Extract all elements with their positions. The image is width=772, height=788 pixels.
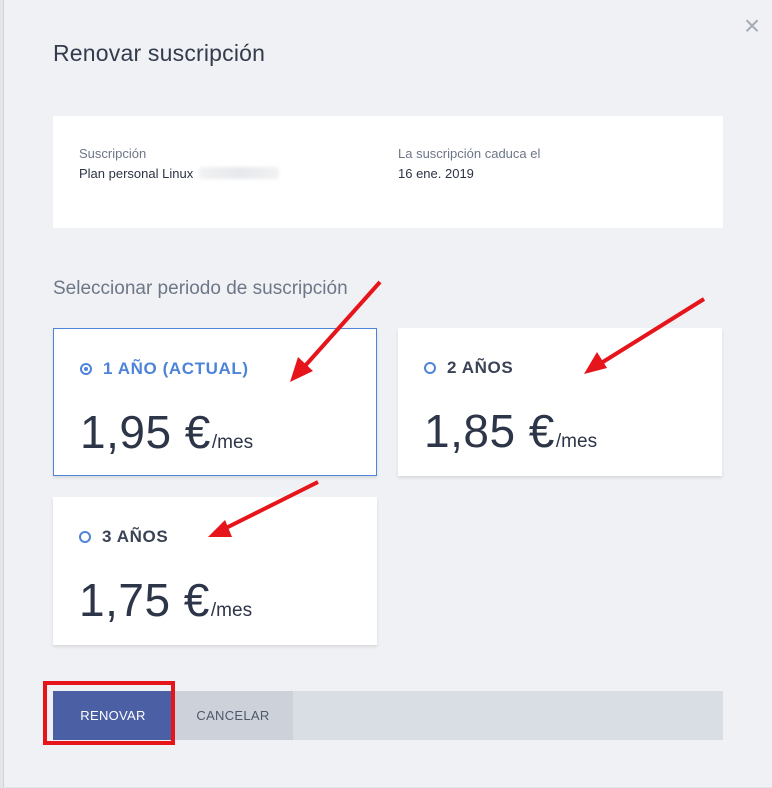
plan-label: 3 AÑOS [102, 527, 169, 546]
plan-header: 1 AÑO (ACTUAL) [80, 359, 249, 379]
plan-option-2-years[interactable]: 2 AÑOS 1,85 €/mes [398, 328, 722, 476]
price-amount: 1,75 € [79, 574, 210, 626]
plan-price: 1,85 €/mes [424, 404, 597, 458]
plan-label: 2 AÑOS [447, 358, 514, 377]
plan-option-1-year[interactable]: 1 AÑO (ACTUAL) 1,95 €/mes [53, 328, 377, 476]
expiry-column: La suscripción caduca el 16 ene. 2019 [398, 146, 540, 181]
subscription-value: Plan personal Linux [79, 166, 280, 181]
price-period: /mes [555, 431, 598, 452]
radio-unselected-icon[interactable] [79, 531, 91, 543]
plan-price: 1,75 €/mes [79, 573, 252, 627]
subscription-label: Suscripción [79, 146, 147, 161]
renew-button[interactable]: RENOVAR [53, 691, 173, 740]
price-amount: 1,85 € [424, 405, 555, 457]
radio-selected-icon[interactable] [80, 363, 92, 375]
period-section-title: Seleccionar periodo de suscripción [53, 278, 348, 299]
dialog-title: Renovar suscripción [53, 40, 266, 66]
expiry-value: 16 ene. 2019 [398, 166, 474, 181]
subscription-plan-name: Plan personal Linux [79, 166, 194, 181]
subscription-column: Suscripción Plan personal Linux [79, 146, 280, 181]
plan-header: 3 AÑOS [79, 527, 168, 547]
close-icon[interactable]: × [740, 12, 764, 40]
plan-price: 1,95 €/mes [80, 405, 253, 459]
renew-subscription-dialog: × Renovar suscripción Suscripción Plan p… [3, 0, 772, 787]
price-amount: 1,95 € [80, 406, 211, 458]
price-period: /mes [210, 600, 253, 621]
dialog-footer: RENOVAR CANCELAR [53, 691, 723, 740]
cancel-button[interactable]: CANCELAR [173, 691, 293, 740]
price-period: /mes [211, 432, 254, 453]
redacted-email [199, 167, 280, 179]
radio-unselected-icon[interactable] [424, 362, 436, 374]
expiry-label: La suscripción caduca el [398, 146, 541, 161]
plan-label: 1 AÑO (ACTUAL) [103, 359, 249, 378]
subscription-info-card: Suscripción Plan personal Linux La suscr… [53, 116, 723, 228]
plan-header: 2 AÑOS [424, 358, 513, 378]
plan-option-3-years[interactable]: 3 AÑOS 1,75 €/mes [53, 497, 377, 645]
